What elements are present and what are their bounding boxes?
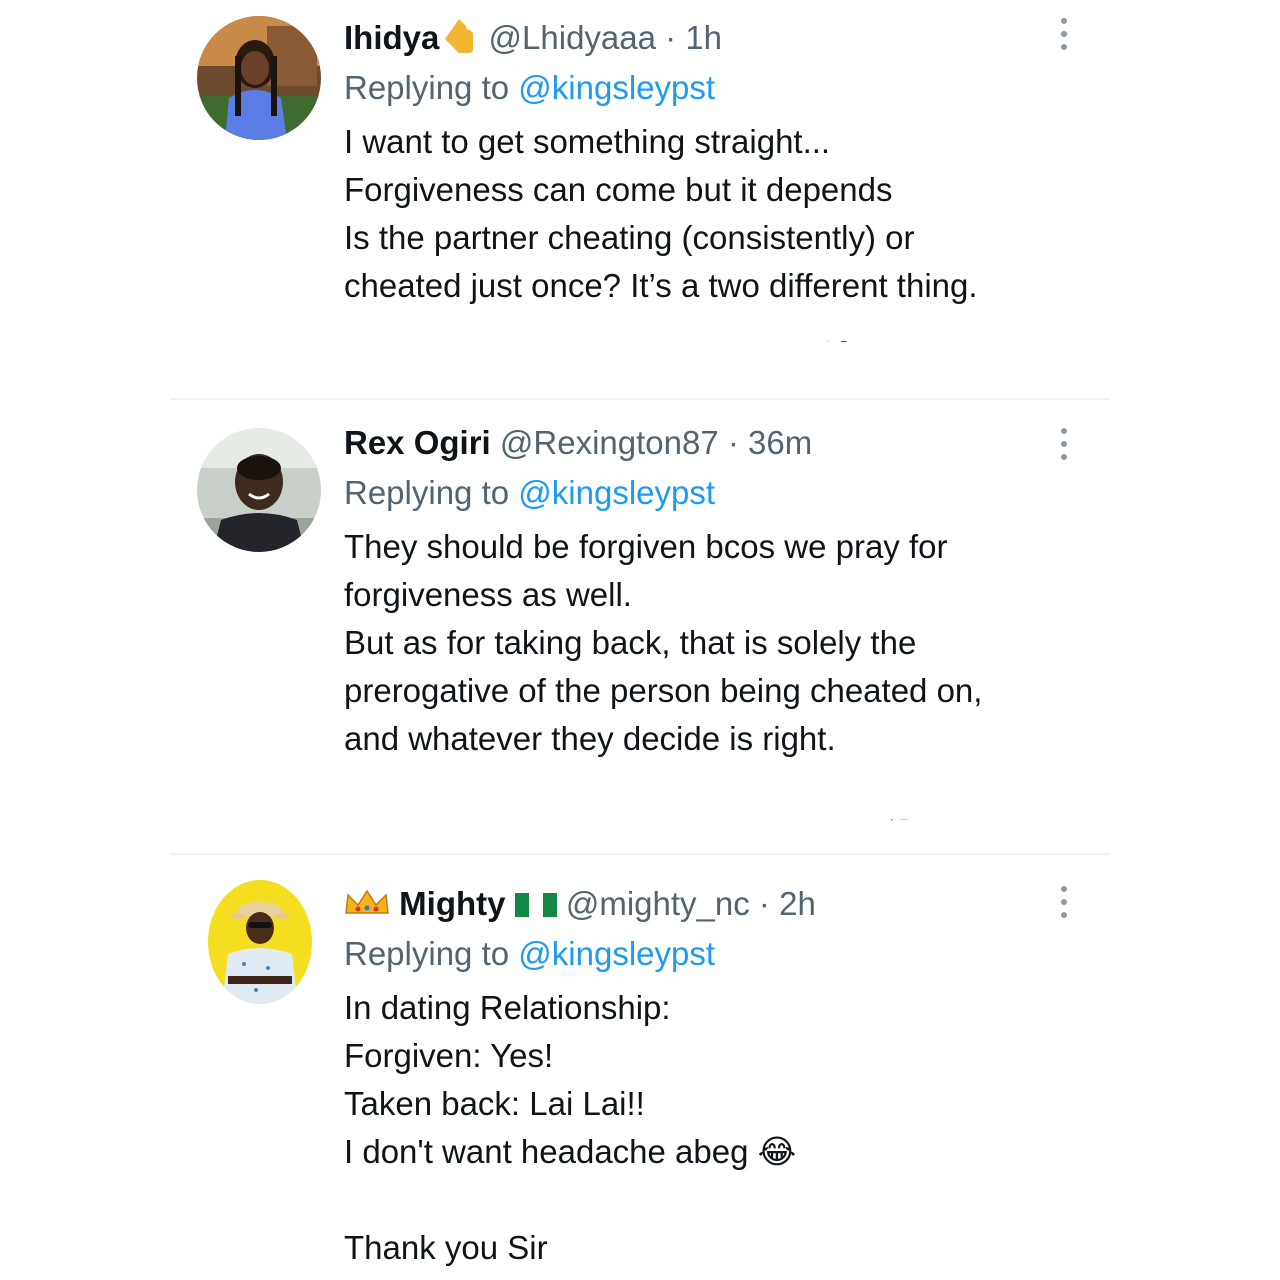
mention-link[interactable]: @kingsleypst	[518, 935, 715, 972]
tweet-text-line: cheated just once? It’s a two different …	[344, 267, 978, 304]
tweet-divider	[170, 398, 1110, 400]
avatar[interactable]	[197, 428, 321, 552]
tweet-header: Ihidya @Lhidyaaa · 1h	[344, 16, 1150, 60]
tweet-text: They should be forgiven bcos we pray for…	[344, 523, 1150, 763]
tweet-text-line: In dating Relationship:	[344, 989, 671, 1026]
nigeria-flag-icon	[514, 886, 557, 930]
tweet-text-line: I want to get something straight...	[344, 123, 831, 160]
replying-prefix: Replying to	[344, 69, 510, 106]
replying-to: Replying to @kingsleypst	[344, 932, 1150, 976]
timestamp[interactable]: 36m	[748, 424, 812, 461]
display-name[interactable]: Rex Ogiri	[344, 424, 491, 461]
tweet-text-line: I don't want headache abeg 😂	[344, 1133, 797, 1170]
mention-link[interactable]: @kingsleypst	[518, 69, 715, 106]
tweet-divider	[170, 853, 1110, 855]
replying-to: Replying to @kingsleypst	[344, 66, 1150, 110]
avatar-photo	[197, 16, 321, 140]
crown-icon	[344, 886, 390, 930]
replying-to: Replying to @kingsleypst	[344, 471, 1150, 515]
tweet-text-line: Forgiveness can come but it depends	[344, 171, 893, 208]
display-name[interactable]: Ihidya	[344, 19, 439, 56]
tweet-text-line	[344, 1176, 1150, 1224]
tweet-text-line: They should be forgiven bcos we pray for	[344, 528, 948, 565]
mention-link[interactable]: @kingsleypst	[518, 474, 715, 511]
decorative-specks	[891, 819, 908, 821]
replying-prefix: Replying to	[344, 935, 510, 972]
avatar-photo	[208, 880, 312, 1004]
separator-dot: ·	[758, 885, 770, 922]
tweet-text: In dating Relationship: Forgiven: Yes! T…	[344, 984, 1150, 1272]
separator-dot: ·	[665, 19, 677, 56]
tweet-text-line: Is the partner cheating (consistently) o…	[344, 219, 915, 256]
separator-dot: ·	[727, 424, 739, 461]
tweet-text-line: Forgiven: Yes!	[344, 1037, 554, 1074]
avatar[interactable]	[208, 880, 312, 1004]
user-handle[interactable]: @mighty_nc	[566, 885, 750, 922]
avatar-photo	[197, 428, 321, 552]
tweet-text-line: prerogative of the person being cheated …	[344, 672, 983, 709]
timestamp[interactable]: 2h	[779, 885, 816, 922]
tweet-header: Mighty @mighty_nc · 2h	[344, 882, 1150, 926]
display-name[interactable]: Mighty	[399, 885, 505, 922]
tweet-text-line: and whatever they decide is right.	[344, 720, 836, 757]
decorative-specks	[827, 340, 847, 342]
tweet-text-line: But as for taking back, that is solely t…	[344, 624, 917, 661]
tweet-text-line: forgiveness as well.	[344, 576, 632, 613]
tweet-text: I want to get something straight... Forg…	[344, 118, 1150, 310]
label-tag-icon	[439, 17, 479, 64]
timestamp[interactable]: 1h	[685, 19, 722, 56]
tweet-header: Rex Ogiri @Rexington87 · 36m	[344, 421, 1150, 465]
user-handle[interactable]: @Rexington87	[500, 424, 719, 461]
avatar[interactable]	[197, 16, 321, 140]
reply-feed: Ihidya @Lhidyaaa · 1h Replying to @kings…	[0, 0, 1280, 1280]
tweet-text-line: Taken back: Lai Lai!!	[344, 1085, 645, 1122]
user-handle[interactable]: @Lhidyaaa	[489, 19, 656, 56]
tweet-text-line: Thank you Sir	[344, 1229, 548, 1266]
replying-prefix: Replying to	[344, 474, 510, 511]
